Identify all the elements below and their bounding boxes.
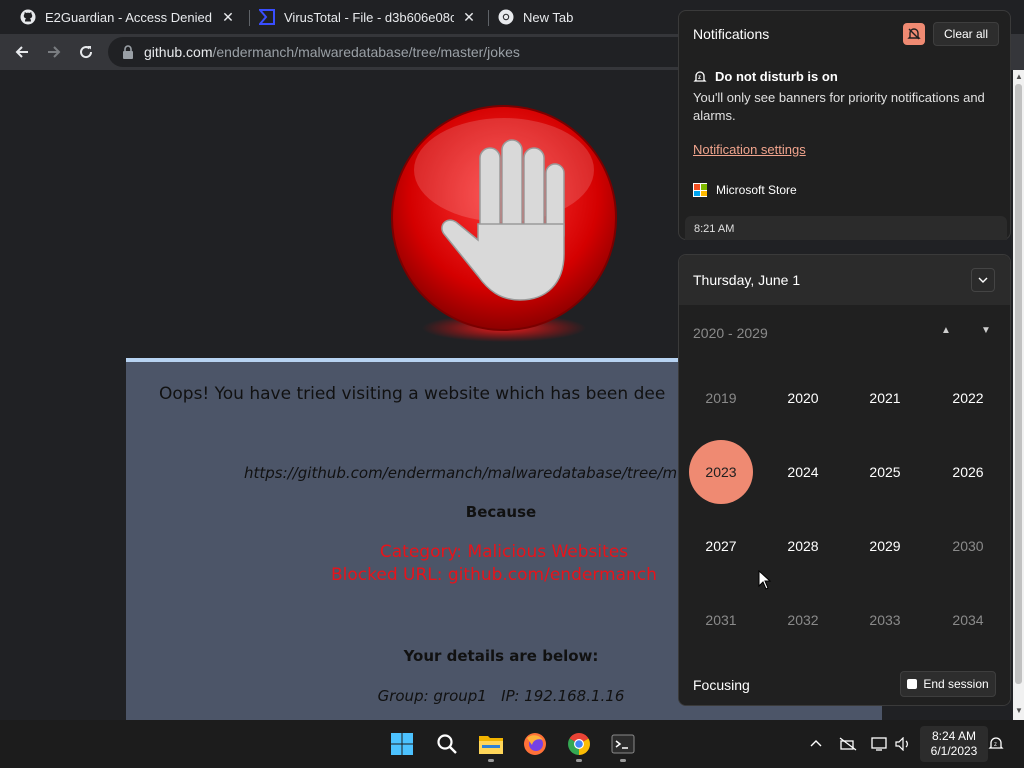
search-icon[interactable] <box>431 728 463 760</box>
year-cell-2028[interactable]: 2028 <box>771 514 835 578</box>
app-name: Microsoft Store <box>716 183 797 197</box>
chrome-icon[interactable] <box>563 728 595 760</box>
year-cell-2025[interactable]: 2025 <box>853 440 917 504</box>
firefox-icon[interactable] <box>519 728 551 760</box>
forward-button[interactable] <box>42 40 66 64</box>
tab-new-tab[interactable]: New Tab <box>498 0 668 34</box>
display-icon[interactable] <box>870 734 890 754</box>
clock-time: 8:24 AM <box>931 729 977 743</box>
mouse-cursor-icon <box>758 569 772 595</box>
page-scrollbar[interactable]: ▲ ▼ <box>1013 70 1024 720</box>
stop-hand-icon <box>388 104 620 357</box>
volume-icon[interactable] <box>893 734 913 754</box>
file-explorer-icon[interactable] <box>475 728 507 760</box>
year-cell-2026[interactable]: 2026 <box>936 440 1000 504</box>
network-disconnected-icon[interactable] <box>838 734 858 754</box>
focus-label: Focusing <box>693 677 750 693</box>
notification-card[interactable]: 8:21 AM <box>685 216 1007 240</box>
year-cell-2029[interactable]: 2029 <box>853 514 917 578</box>
dnd-description: You'll only see banners for priority not… <box>693 90 985 123</box>
notification-center: Notifications Clear all z Do not disturb… <box>678 10 1011 240</box>
tab-separator <box>488 10 489 26</box>
running-indicator <box>620 759 626 762</box>
year-cell-2030[interactable]: 2030 <box>936 514 1000 578</box>
microsoft-store-icon <box>693 183 707 197</box>
start-icon[interactable] <box>386 728 418 760</box>
close-tab-icon[interactable]: ✕ <box>461 9 477 25</box>
running-indicator <box>576 759 582 762</box>
svg-text:z: z <box>698 75 701 81</box>
chrome-icon <box>498 9 514 25</box>
lock-icon <box>122 45 134 59</box>
running-indicator <box>488 759 494 762</box>
url-host: github.com <box>144 44 213 60</box>
close-tab-icon[interactable]: ✕ <box>220 9 236 25</box>
calendar-header: Thursday, June 1 <box>679 255 1010 305</box>
svg-text:z: z <box>994 742 997 748</box>
year-cell-2020[interactable]: 2020 <box>771 366 835 430</box>
back-button[interactable] <box>10 40 34 64</box>
tab-virustotal[interactable]: VirusTotal - File - d3b606e08c52… ✕ <box>259 0 485 34</box>
year-cell-2034[interactable]: 2034 <box>936 588 1000 652</box>
year-cell-2031[interactable]: 2031 <box>689 588 753 652</box>
virustotal-icon <box>259 9 275 25</box>
tab-title: VirusTotal - File - d3b606e08c52… <box>284 9 454 25</box>
decade-label[interactable]: 2020 - 2029 <box>693 325 768 341</box>
end-session-button[interactable]: End session <box>900 671 996 697</box>
year-cell-2022[interactable]: 2022 <box>936 366 1000 430</box>
do-not-disturb-button[interactable] <box>903 23 925 45</box>
calendar-date: Thursday, June 1 <box>693 272 801 288</box>
focus-bar: Focusing End session <box>679 661 1010 705</box>
chevron-up-icon[interactable] <box>806 734 826 754</box>
dnd-title: Do not disturb is on <box>715 69 838 84</box>
reload-button[interactable] <box>74 40 98 64</box>
clock-date: 6/1/2023 <box>930 744 978 758</box>
github-icon <box>20 9 36 25</box>
notification-time: 8:21 AM <box>694 223 735 235</box>
tab-title: E2Guardian - Access Denied <box>45 9 212 25</box>
stop-icon <box>907 679 918 689</box>
year-cell-2032[interactable]: 2032 <box>771 588 835 652</box>
end-session-label: End session <box>923 677 989 691</box>
year-cell-2023[interactable]: 2023 <box>689 440 753 504</box>
year-cell-2021[interactable]: 2021 <box>853 366 917 430</box>
tab-e2guardian[interactable]: E2Guardian - Access Denied ✕ <box>20 0 246 34</box>
scroll-down-icon[interactable]: ▼ <box>1015 706 1023 715</box>
year-cell-2027[interactable]: 2027 <box>689 514 753 578</box>
year-cell-2033[interactable]: 2033 <box>853 588 917 652</box>
scroll-up-icon[interactable]: ▲ <box>1015 72 1023 81</box>
terminal-icon[interactable] <box>607 728 639 760</box>
taskbar-clock[interactable]: 8:24 AM 6/1/2023 <box>920 726 988 762</box>
scrollbar-thumb[interactable] <box>1015 84 1022 684</box>
collapse-calendar-button[interactable] <box>971 268 995 292</box>
notification-bell-icon[interactable]: z <box>986 734 1006 754</box>
taskbar: 8:24 AM 6/1/2023 z <box>0 720 1024 768</box>
clear-all-button[interactable]: Clear all <box>933 22 999 46</box>
notification-settings-link[interactable]: Notification settings <box>693 142 806 157</box>
notification-group-header: Microsoft Store <box>693 183 797 197</box>
year-cell-2019[interactable]: 2019 <box>689 366 753 430</box>
next-decade-icon[interactable]: ▼ <box>981 325 991 336</box>
notifications-title: Notifications <box>693 26 770 42</box>
dnd-status: z Do not disturb is on <box>693 69 838 84</box>
year-cell-2024[interactable]: 2024 <box>771 440 835 504</box>
tab-title: New Tab <box>523 9 574 25</box>
snooze-bell-icon: z <box>693 70 707 84</box>
calendar-panel: Thursday, June 1 2020 - 2029 ▲ ▼ 2019 202… <box>678 254 1011 706</box>
url-path: /endermanch/malwaredatabase/tree/master/… <box>212 44 520 60</box>
tab-separator <box>249 10 250 26</box>
previous-decade-icon[interactable]: ▲ <box>941 325 951 336</box>
